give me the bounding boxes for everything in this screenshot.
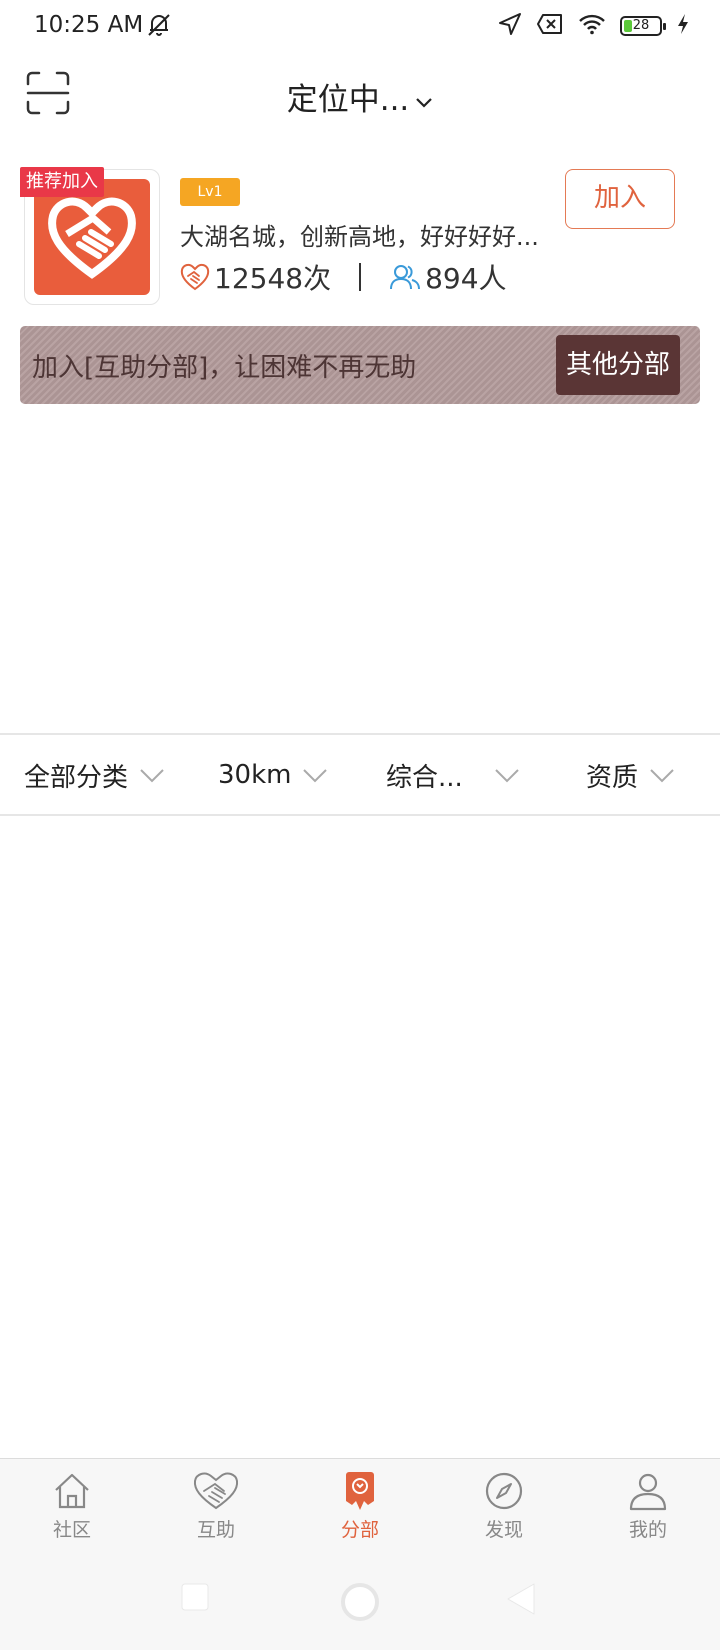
filter-category[interactable]: 全部分类: [24, 735, 164, 815]
recommend-tag: 推荐加入: [20, 167, 104, 197]
filter-label: 30km: [218, 760, 292, 790]
help-count-stat: 12548次: [180, 257, 331, 297]
tab-label: 分部: [340, 1519, 379, 1541]
stat-divider: [359, 263, 362, 291]
recommended-branch-card[interactable]: 推荐加入 Lv1 大湖名城，创新高地，好好好好... 12548次 894人 加…: [20, 167, 700, 307]
home-icon: [55, 1473, 89, 1509]
sim-off-icon: [536, 13, 564, 39]
tab-label: 互助: [196, 1519, 235, 1541]
status-bar: 10:25 AM 28: [0, 0, 720, 54]
top-bar: 定位中...: [0, 54, 720, 138]
branch-icon: [346, 1472, 374, 1510]
other-branches-button[interactable]: 其他分部: [555, 335, 680, 395]
filter-label: 资质: [586, 762, 639, 793]
filter-label: 综合...: [386, 762, 463, 793]
user-icon: [629, 1473, 667, 1511]
tab-mine[interactable]: 我的: [576, 1459, 720, 1561]
location-label: 定位中...: [286, 82, 410, 118]
tab-mutual-aid[interactable]: 互助: [144, 1459, 288, 1561]
member-count: 894人: [425, 262, 507, 295]
tab-discover[interactable]: 发现: [432, 1459, 576, 1561]
heart-handshake-icon: [193, 1472, 239, 1510]
heart-handshake-logo-icon: [48, 197, 136, 279]
filter-label: 全部分类: [24, 762, 129, 793]
tab-community[interactable]: 社区: [0, 1459, 144, 1561]
back-button[interactable]: [506, 1582, 536, 1620]
mute-icon: [146, 12, 172, 42]
join-button[interactable]: 加入: [565, 169, 675, 229]
chevron-down-icon: [303, 760, 328, 790]
filter-qualification[interactable]: 资质: [586, 735, 674, 815]
chevron-down-icon: [650, 760, 674, 790]
recents-button[interactable]: [180, 1582, 210, 1616]
filter-sort[interactable]: 综合...: [386, 735, 519, 815]
tab-branch[interactable]: 分部: [288, 1459, 432, 1561]
branch-description: 大湖名城，创新高地，好好好好...: [180, 223, 539, 251]
wifi-icon: [578, 13, 606, 39]
chevron-down-icon: [140, 760, 164, 790]
back-triangle-icon: [507, 1583, 535, 1615]
filter-distance[interactable]: 30km: [218, 735, 328, 815]
level-badge: Lv1: [180, 178, 240, 206]
bottom-tab-bar: 社区 互助 分部 发现 我的: [0, 1458, 720, 1560]
battery-icon: 28: [620, 16, 666, 36]
filter-bar: 全部分类 30km 综合... 资质: [0, 733, 720, 816]
member-count-stat: 894人: [389, 257, 507, 297]
tab-label: 我的: [628, 1519, 667, 1541]
square-icon: [181, 1583, 209, 1611]
circle-icon: [341, 1583, 379, 1621]
status-time: 10:25 AM: [34, 12, 144, 38]
branch-stats: 12548次 894人: [180, 257, 507, 297]
join-branch-banner: 加入[互助分部]，让困难不再无助 其他分部: [20, 326, 700, 404]
heart-hand-icon: [180, 263, 210, 291]
system-nav-bar: [0, 1560, 720, 1650]
banner-text: 加入[互助分部]，让困难不再无助: [32, 353, 417, 383]
compass-icon: [485, 1472, 523, 1510]
location-selector[interactable]: 定位中...: [0, 74, 720, 119]
tab-label: 发现: [484, 1519, 523, 1541]
charging-icon: [676, 13, 690, 39]
location-arrow-icon: [498, 12, 522, 40]
battery-level: 28: [632, 18, 650, 33]
chevron-down-icon: [495, 760, 519, 790]
help-count: 12548次: [214, 262, 332, 295]
tab-label: 社区: [52, 1519, 91, 1541]
home-button[interactable]: [340, 1582, 380, 1626]
chevron-down-icon: [415, 81, 433, 117]
users-icon: [390, 265, 421, 290]
